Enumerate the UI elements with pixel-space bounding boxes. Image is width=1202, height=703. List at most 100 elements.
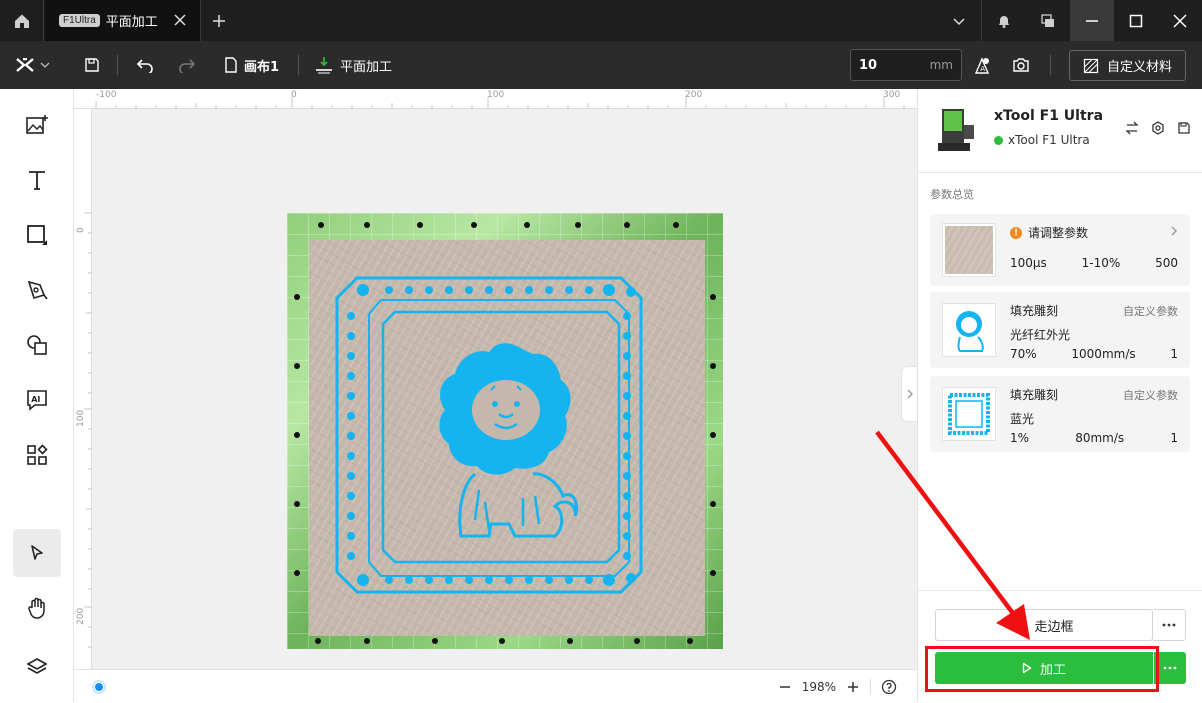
title-bar: F1Ultra 平面加工	[0, 0, 1202, 41]
process-mode-selector[interactable]: 平面加工	[314, 41, 392, 89]
close-icon	[1173, 13, 1187, 28]
home-icon	[13, 12, 31, 30]
plus-icon	[211, 13, 227, 29]
thickness-unit: mm	[929, 58, 953, 72]
minimize-button[interactable]	[1070, 0, 1114, 41]
auto-measure-button[interactable]: A	[972, 41, 992, 89]
maximize-button[interactable]	[1114, 0, 1158, 41]
ruler-label: 300	[883, 90, 901, 100]
canvas-name: 画布1	[244, 59, 280, 75]
param-value: 1	[1170, 431, 1178, 445]
xtool-logo-icon	[16, 58, 34, 72]
param-value: 1000mm/s	[1071, 347, 1136, 361]
settings-icon[interactable]	[1151, 121, 1165, 135]
hand-tool-button[interactable]	[13, 584, 61, 632]
ruler-label: 100	[487, 90, 505, 100]
material-thumbnail	[942, 223, 996, 277]
param-value: 80mm/s	[1075, 431, 1125, 445]
text-tool-button[interactable]	[13, 156, 61, 204]
laser-flat-icon	[314, 56, 334, 74]
engraving-design[interactable]	[309, 240, 705, 636]
windows-icon	[1040, 13, 1056, 29]
bell-icon	[996, 13, 1012, 29]
param-value: 1-10%	[1081, 256, 1121, 270]
image-tool-button[interactable]	[13, 101, 61, 149]
device-connection-status: xTool F1 Ultra	[994, 133, 1090, 147]
close-tab-icon[interactable]	[172, 12, 188, 28]
zoom-level[interactable]: 198%	[802, 680, 836, 694]
frame-more-button[interactable]	[1153, 609, 1186, 641]
select-tool-button[interactable]	[13, 529, 61, 577]
param-card-laser: 蓝光	[1010, 412, 1035, 426]
frame-button-label: 走边框	[1034, 619, 1074, 635]
canvas-selector[interactable]: 画布1	[224, 41, 279, 89]
param-card-border[interactable]: 填充雕刻 自定义参数 蓝光 1% 80mm/s 1	[930, 376, 1190, 452]
notifications-button[interactable]	[982, 0, 1026, 41]
panel-collapse-handle[interactable]	[901, 366, 917, 422]
param-value: 100μs	[1010, 256, 1047, 270]
chevron-down-icon	[40, 60, 50, 70]
redo-button[interactable]	[178, 41, 196, 89]
material-thickness-field[interactable]: mm	[850, 49, 962, 81]
design-canvas[interactable]: -100 0 100 200 300 0 100 200	[74, 89, 917, 669]
param-card-lion[interactable]: 填充雕刻 自定义参数 光纤红外光 70% 1000mm/s 1	[930, 292, 1190, 368]
start-process-label: 加工	[1039, 662, 1066, 678]
help-icon[interactable]	[881, 679, 897, 695]
apps-tool-button[interactable]	[13, 431, 61, 479]
start-process-button[interactable]: 加工	[935, 652, 1153, 684]
chevron-down-icon	[952, 14, 966, 28]
redo-icon	[178, 57, 196, 73]
lion-illustration	[439, 343, 578, 538]
document-tab[interactable]: F1Ultra 平面加工	[45, 0, 201, 41]
minimize-icon	[1085, 14, 1099, 28]
ai-tool-button[interactable]: AI	[13, 376, 61, 424]
text-icon	[26, 169, 48, 191]
save-icon	[84, 57, 100, 73]
frame-button[interactable]: 走边框	[935, 609, 1153, 641]
new-tab-button[interactable]	[202, 0, 236, 41]
dropdown-button[interactable]	[937, 0, 981, 41]
ruler-label: 100	[76, 409, 86, 427]
chevron-right-icon[interactable]	[1170, 225, 1178, 237]
process-mode-label: 平面加工	[340, 59, 393, 75]
chevron-right-icon	[906, 388, 914, 400]
material-icon	[1083, 58, 1099, 74]
save-device-icon[interactable]	[1177, 121, 1191, 135]
element-tool-button[interactable]	[13, 321, 61, 369]
layers-button[interactable]	[13, 643, 61, 691]
close-window-button[interactable]	[1158, 0, 1202, 41]
param-card-material[interactable]: ! 请调整参数 100μs 1-10% 500	[930, 214, 1190, 286]
undo-button[interactable]	[136, 41, 154, 89]
device-name: xTool F1 Ultra	[994, 108, 1104, 124]
pen-tool-button[interactable]	[13, 266, 61, 314]
zoom-in-button[interactable]	[846, 680, 860, 694]
param-card-preset[interactable]: 自定义参数	[1123, 303, 1178, 319]
start-more-button[interactable]	[1154, 652, 1186, 684]
param-value: 70%	[1010, 347, 1037, 361]
custom-material-label: 自定义材料	[1106, 60, 1172, 75]
custom-material-button[interactable]: 自定义材料	[1069, 50, 1186, 81]
zoom-out-button[interactable]	[778, 680, 792, 694]
status-bar: 198%	[74, 669, 917, 702]
device-image	[936, 107, 978, 155]
svg-text:AI: AI	[31, 395, 40, 404]
home-button[interactable]	[0, 0, 44, 41]
thickness-input[interactable]	[859, 57, 919, 73]
device-section: xTool F1 Ultra xTool F1 Ultra	[918, 89, 1202, 173]
param-value: 1	[1170, 347, 1178, 361]
ruler-label: 0	[291, 90, 297, 100]
param-card-laser: 光纤红外光	[1010, 328, 1071, 342]
left-toolbar: AI	[0, 89, 74, 702]
switch-device-icon[interactable]	[1125, 121, 1139, 135]
camera-button[interactable]	[1012, 41, 1030, 89]
pen-icon	[26, 279, 48, 301]
param-card-title: 填充雕刻	[1010, 388, 1059, 402]
save-button[interactable]	[84, 41, 100, 89]
right-panel: xTool F1 Ultra xTool F1 Ultra 参数总览 ! 请调整…	[917, 89, 1202, 702]
warning-icon: !	[1010, 226, 1022, 239]
main-toolbar: 画布1 平面加工 mm A 自定义材料	[0, 41, 1202, 89]
app-menu-button[interactable]	[16, 41, 50, 89]
windows-button[interactable]	[1026, 0, 1070, 41]
shape-tool-button[interactable]	[13, 211, 61, 259]
param-card-preset[interactable]: 自定义参数	[1123, 387, 1178, 403]
